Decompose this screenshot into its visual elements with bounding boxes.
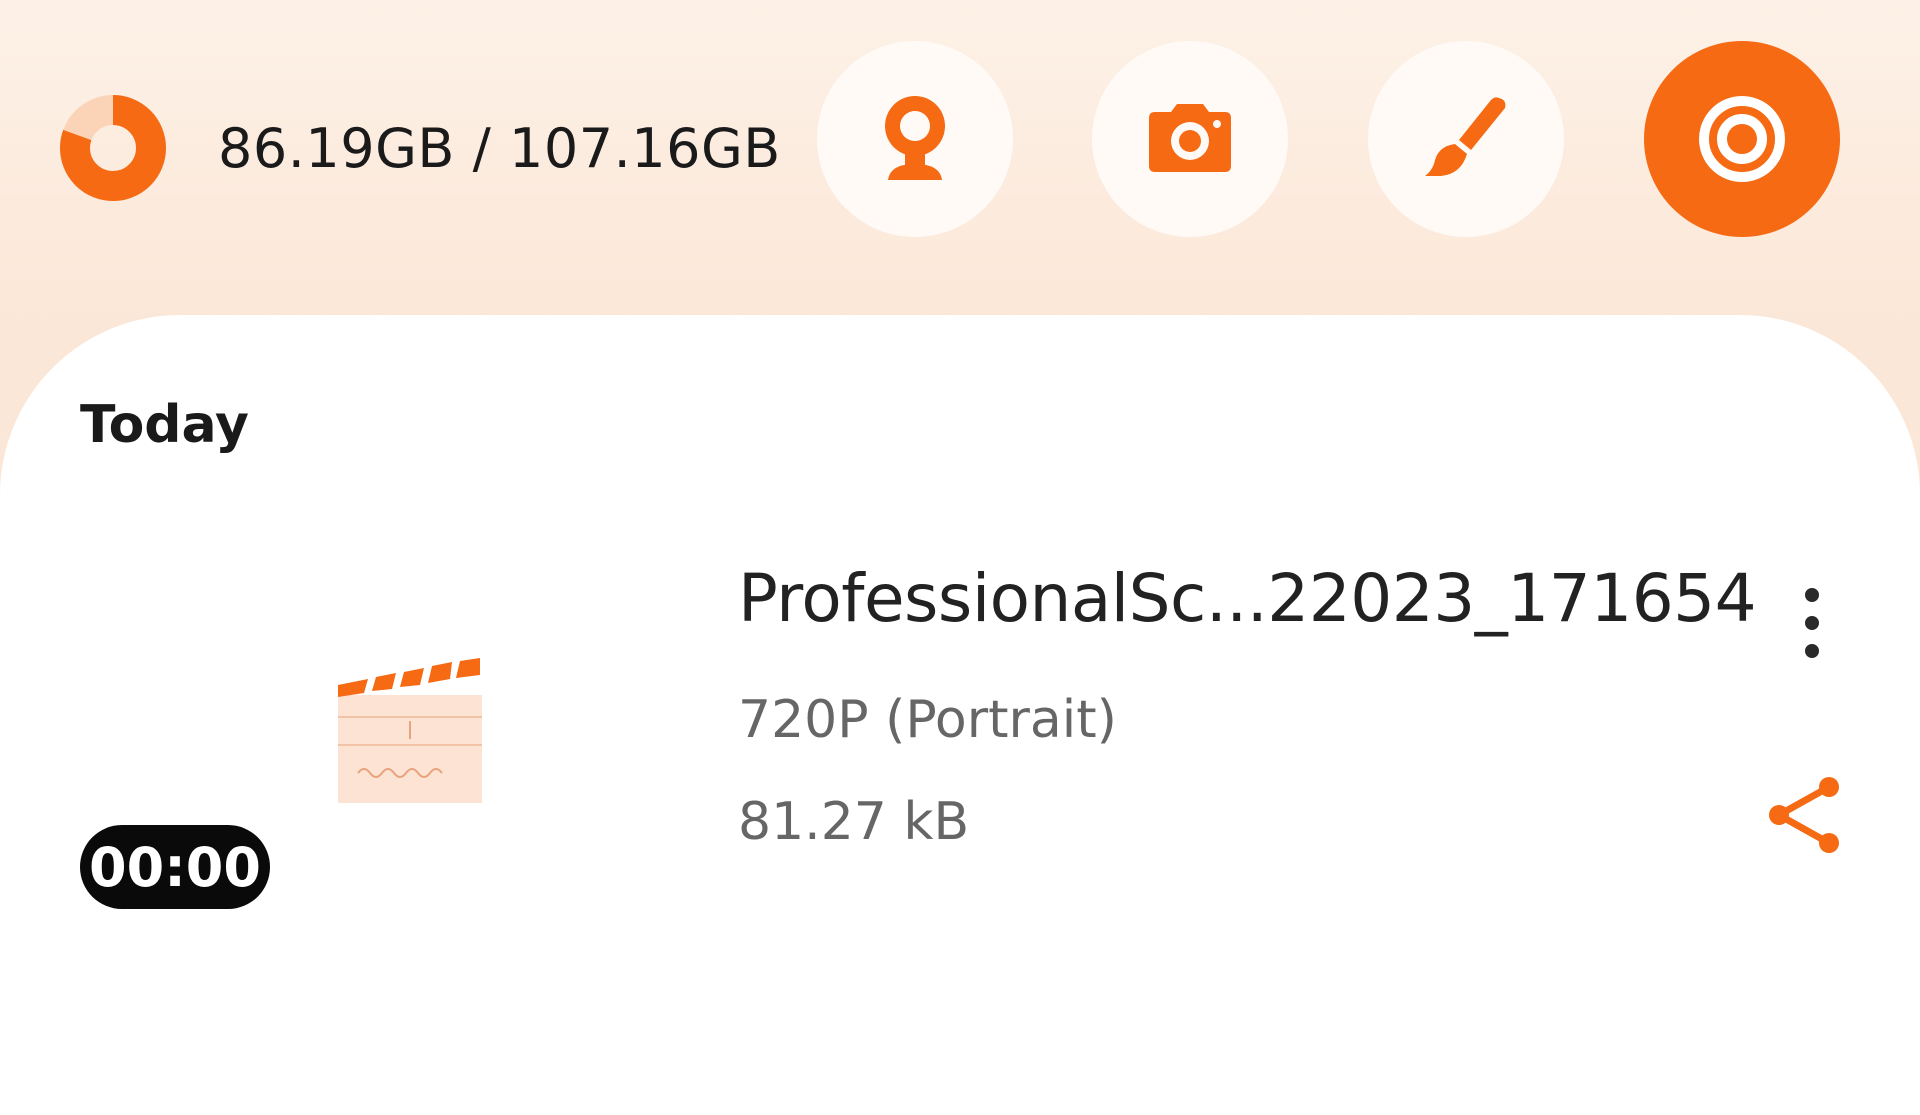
recording-title[interactable]: ProfessionalSc...22023_171654 xyxy=(738,560,1757,637)
more-vertical-icon xyxy=(1805,588,1819,658)
storage-text: 86.19GB / 107.16GB xyxy=(218,116,781,180)
more-options-button[interactable] xyxy=(1782,578,1842,668)
clapperboard-icon xyxy=(338,658,482,803)
duration-badge: 00:00 xyxy=(80,825,270,909)
section-heading-today: Today xyxy=(80,395,249,455)
storage-ring-icon xyxy=(60,95,166,201)
recording-resolution: 720P (Portrait) xyxy=(738,690,1117,750)
share-icon xyxy=(1769,777,1839,853)
screenshot-button[interactable] xyxy=(1092,41,1288,237)
record-icon xyxy=(1699,96,1785,182)
recording-size: 81.27 kB xyxy=(738,792,970,852)
share-button[interactable] xyxy=(1760,770,1850,860)
brush-button[interactable] xyxy=(1368,41,1564,237)
header: 86.19GB / 107.16GB xyxy=(0,0,1920,320)
brush-icon xyxy=(1425,97,1506,176)
camera-icon xyxy=(1149,104,1231,172)
webcam-button[interactable] xyxy=(817,41,1013,237)
record-button[interactable] xyxy=(1644,41,1840,237)
video-thumbnail[interactable]: 00:00 xyxy=(78,625,548,915)
storage-indicator: 86.19GB / 107.16GB xyxy=(58,93,781,203)
webcam-icon xyxy=(885,96,945,180)
